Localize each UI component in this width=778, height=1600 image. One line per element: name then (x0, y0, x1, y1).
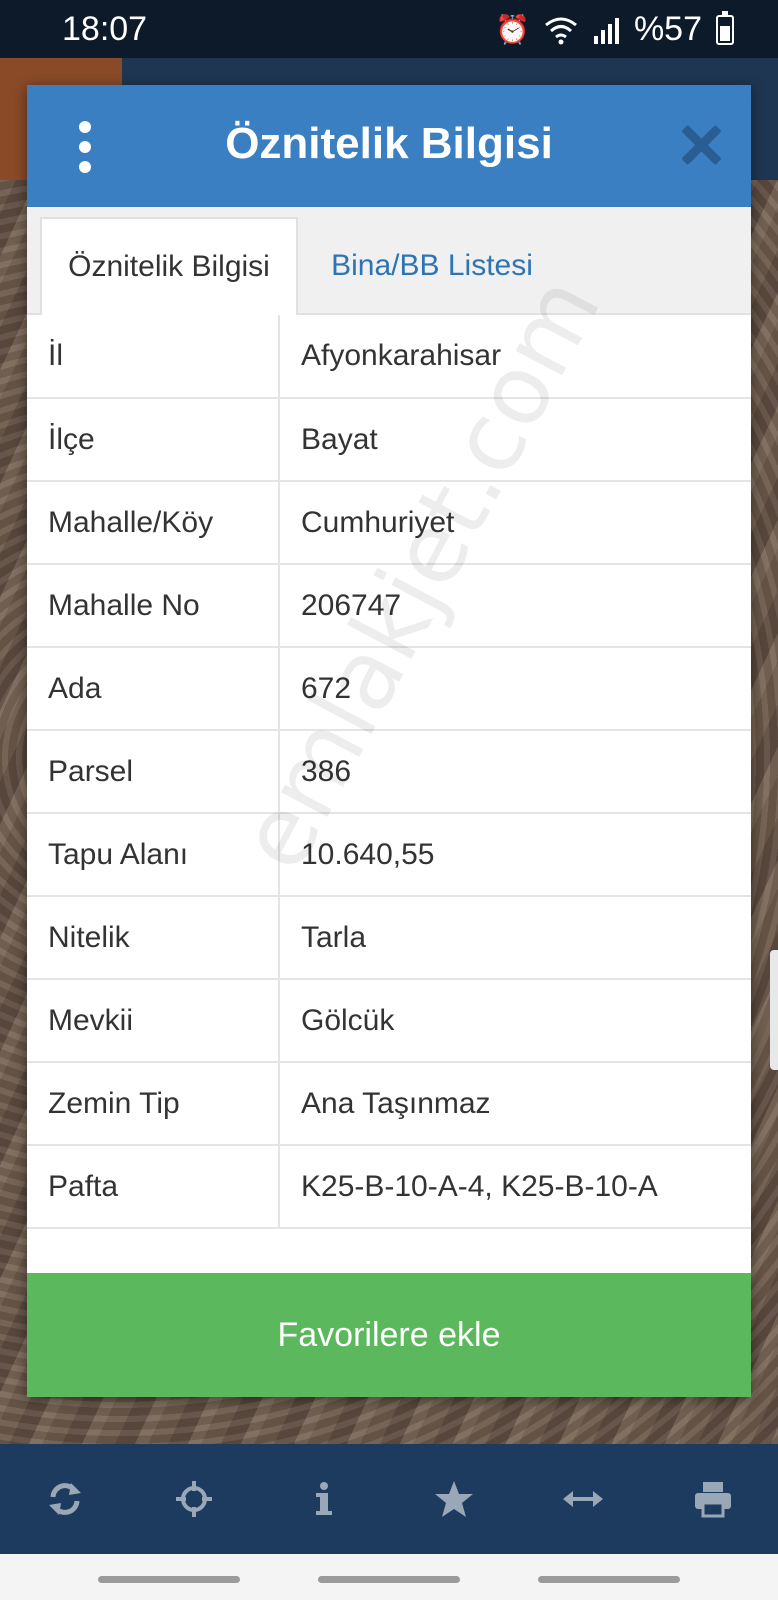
modal-header: Öznitelik Bilgisi (27, 85, 751, 207)
nav-recent-button[interactable] (98, 1576, 240, 1583)
info-button[interactable] (259, 1444, 389, 1554)
crosshair-icon (176, 1481, 213, 1517)
row-key: Mahalle/Köy (27, 481, 280, 565)
battery-icon (716, 10, 734, 45)
table-row: Mevkii Gölcük (27, 979, 751, 1063)
status-bar: 18:07 ⏰ %57 (0, 0, 778, 58)
tab-building-list[interactable]: Bina/BB Listesi (317, 217, 547, 315)
attribute-info-modal: Öznitelik Bilgisi Öznitelik Bilgisi Bina… (27, 85, 751, 1397)
table-row: Nitelik Tarla (27, 896, 751, 980)
tab-bar: Öznitelik Bilgisi Bina/BB Listesi (27, 207, 751, 315)
close-icon[interactable] (681, 125, 721, 165)
row-value: Ana Taşınmaz (279, 1062, 751, 1146)
row-value: 10.640,55 (279, 813, 751, 897)
favorites-button[interactable] (389, 1444, 519, 1554)
info-icon (316, 1482, 333, 1515)
row-key: Ada (27, 647, 280, 731)
row-key: Tapu Alanı (27, 813, 280, 897)
row-value: Gölcük (279, 979, 751, 1063)
row-key: Zemin Tip (27, 1062, 280, 1146)
row-key: Nitelik (27, 896, 280, 980)
table-row: Parsel 386 (27, 730, 751, 814)
row-key: İl (27, 315, 280, 399)
refresh-button[interactable] (0, 1444, 130, 1554)
row-value: Afyonkarahisar (279, 315, 751, 399)
row-key: İlçe (27, 398, 280, 482)
row-key: Pafta (27, 1145, 280, 1229)
star-icon (434, 1481, 473, 1517)
table-row: Mahalle/Köy Cumhuriyet (27, 481, 751, 565)
refresh-icon (48, 1483, 81, 1515)
row-value: 206747 (279, 564, 751, 648)
attribute-table: İl Afyonkarahisar İlçe Bayat Mahalle/Köy Cu… (27, 315, 751, 1229)
row-value: Bayat (279, 398, 751, 482)
print-button[interactable] (648, 1444, 778, 1554)
table-row: Ada 672 (27, 647, 751, 731)
row-value: 672 (279, 647, 751, 731)
row-key: Mahalle No (27, 564, 280, 648)
row-value: K25-B-10-A-4, K25-B-10-A (279, 1145, 751, 1229)
table-row: Pafta K25-B-10-A-4, K25-B-10-A (27, 1145, 751, 1229)
locate-button[interactable] (130, 1444, 260, 1554)
system-nav-bar (0, 1554, 778, 1600)
row-value: 386 (279, 730, 751, 814)
add-to-favorites-button[interactable]: Favorilere ekle (27, 1273, 751, 1397)
table-row: Mahalle No 206747 (27, 564, 751, 648)
wifi-icon (545, 17, 577, 44)
signal-icon (593, 17, 619, 44)
row-key: Parsel (27, 730, 280, 814)
table-row: İl Afyonkarahisar (27, 315, 751, 399)
table-row: Zemin Tip Ana Taşınmaz (27, 1062, 751, 1146)
nav-home-button[interactable] (318, 1576, 460, 1583)
tab-attribute-info[interactable]: Öznitelik Bilgisi (40, 217, 298, 315)
alarm-icon: ⏰ (495, 13, 530, 45)
bottom-toolbar (0, 1444, 778, 1554)
modal-title: Öznitelik Bilgisi (225, 119, 553, 168)
measure-button[interactable] (519, 1444, 649, 1554)
battery-fill (720, 25, 730, 41)
battery-percent: %57 (633, 10, 702, 48)
row-key: Mevkii (27, 979, 280, 1063)
side-panel-handle[interactable] (770, 950, 778, 1070)
status-indicators: ⏰ %57 (495, 10, 734, 49)
table-row: Tapu Alanı 10.640,55 (27, 813, 751, 897)
printer-icon (695, 1482, 732, 1518)
table-row: İlçe Bayat (27, 398, 751, 482)
row-value: Cumhuriyet (279, 481, 751, 565)
row-value: Tarla (279, 896, 751, 980)
arrows-horizontal-icon (563, 1491, 604, 1507)
status-time: 18:07 (62, 10, 148, 48)
nav-back-button[interactable] (538, 1576, 680, 1583)
